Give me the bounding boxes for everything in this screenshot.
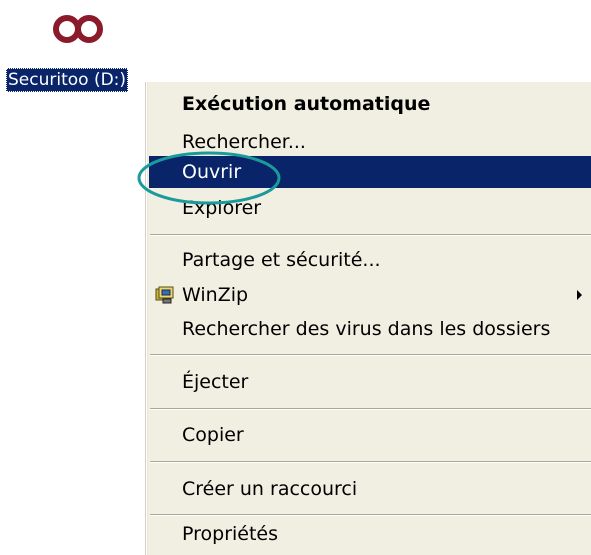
menu-item-autoplay[interactable]: Exécution automatique — [149, 88, 591, 120]
menu-separator — [150, 408, 591, 410]
infinity-logo-icon[interactable] — [52, 12, 104, 46]
drive-label[interactable]: Securitoo (D:) — [6, 68, 129, 92]
winzip-icon — [155, 286, 174, 304]
menu-item-explore[interactable]: Explorer — [149, 192, 591, 224]
menu-item-label: WinZip — [182, 284, 249, 306]
menu-item-winzip[interactable]: WinZip — [149, 279, 591, 311]
submenu-arrow-icon — [577, 290, 582, 300]
menu-item-sharing-security[interactable]: Partage et sécurité... — [149, 244, 591, 276]
menu-separator — [150, 354, 591, 356]
menu-item-label: Créer un raccourci — [182, 478, 358, 500]
menu-item-label: Copier — [182, 424, 244, 446]
menu-separator — [150, 514, 591, 516]
menu-item-search[interactable]: Rechercher... — [149, 126, 591, 158]
menu-item-label: Explorer — [182, 197, 262, 219]
menu-item-virus-scan[interactable]: Rechercher des virus dans les dossiers — [149, 313, 591, 345]
menu-item-label: Éjecter — [182, 371, 249, 393]
menu-item-label: Rechercher des virus dans les dossiers — [182, 318, 551, 340]
menu-item-create-shortcut[interactable]: Créer un raccourci — [149, 473, 591, 505]
menu-item-label: Partage et sécurité... — [182, 249, 381, 271]
desktop: Securitoo (D:) Exécution automatique Rec… — [0, 0, 591, 555]
menu-item-label: Propriétés — [182, 523, 279, 545]
menu-item-properties[interactable]: Propriétés — [149, 518, 591, 550]
menu-item-eject[interactable]: Éjecter — [149, 366, 591, 398]
menu-item-label: Exécution automatique — [182, 93, 431, 115]
menu-separator — [150, 461, 591, 463]
menu-item-open[interactable]: Ouvrir — [149, 156, 591, 188]
menu-item-label: Rechercher... — [182, 131, 306, 153]
menu-separator — [150, 234, 591, 236]
context-menu: Exécution automatique Rechercher... Ouvr… — [145, 82, 591, 555]
menu-item-copy[interactable]: Copier — [149, 419, 591, 451]
menu-item-label: Ouvrir — [182, 161, 242, 183]
